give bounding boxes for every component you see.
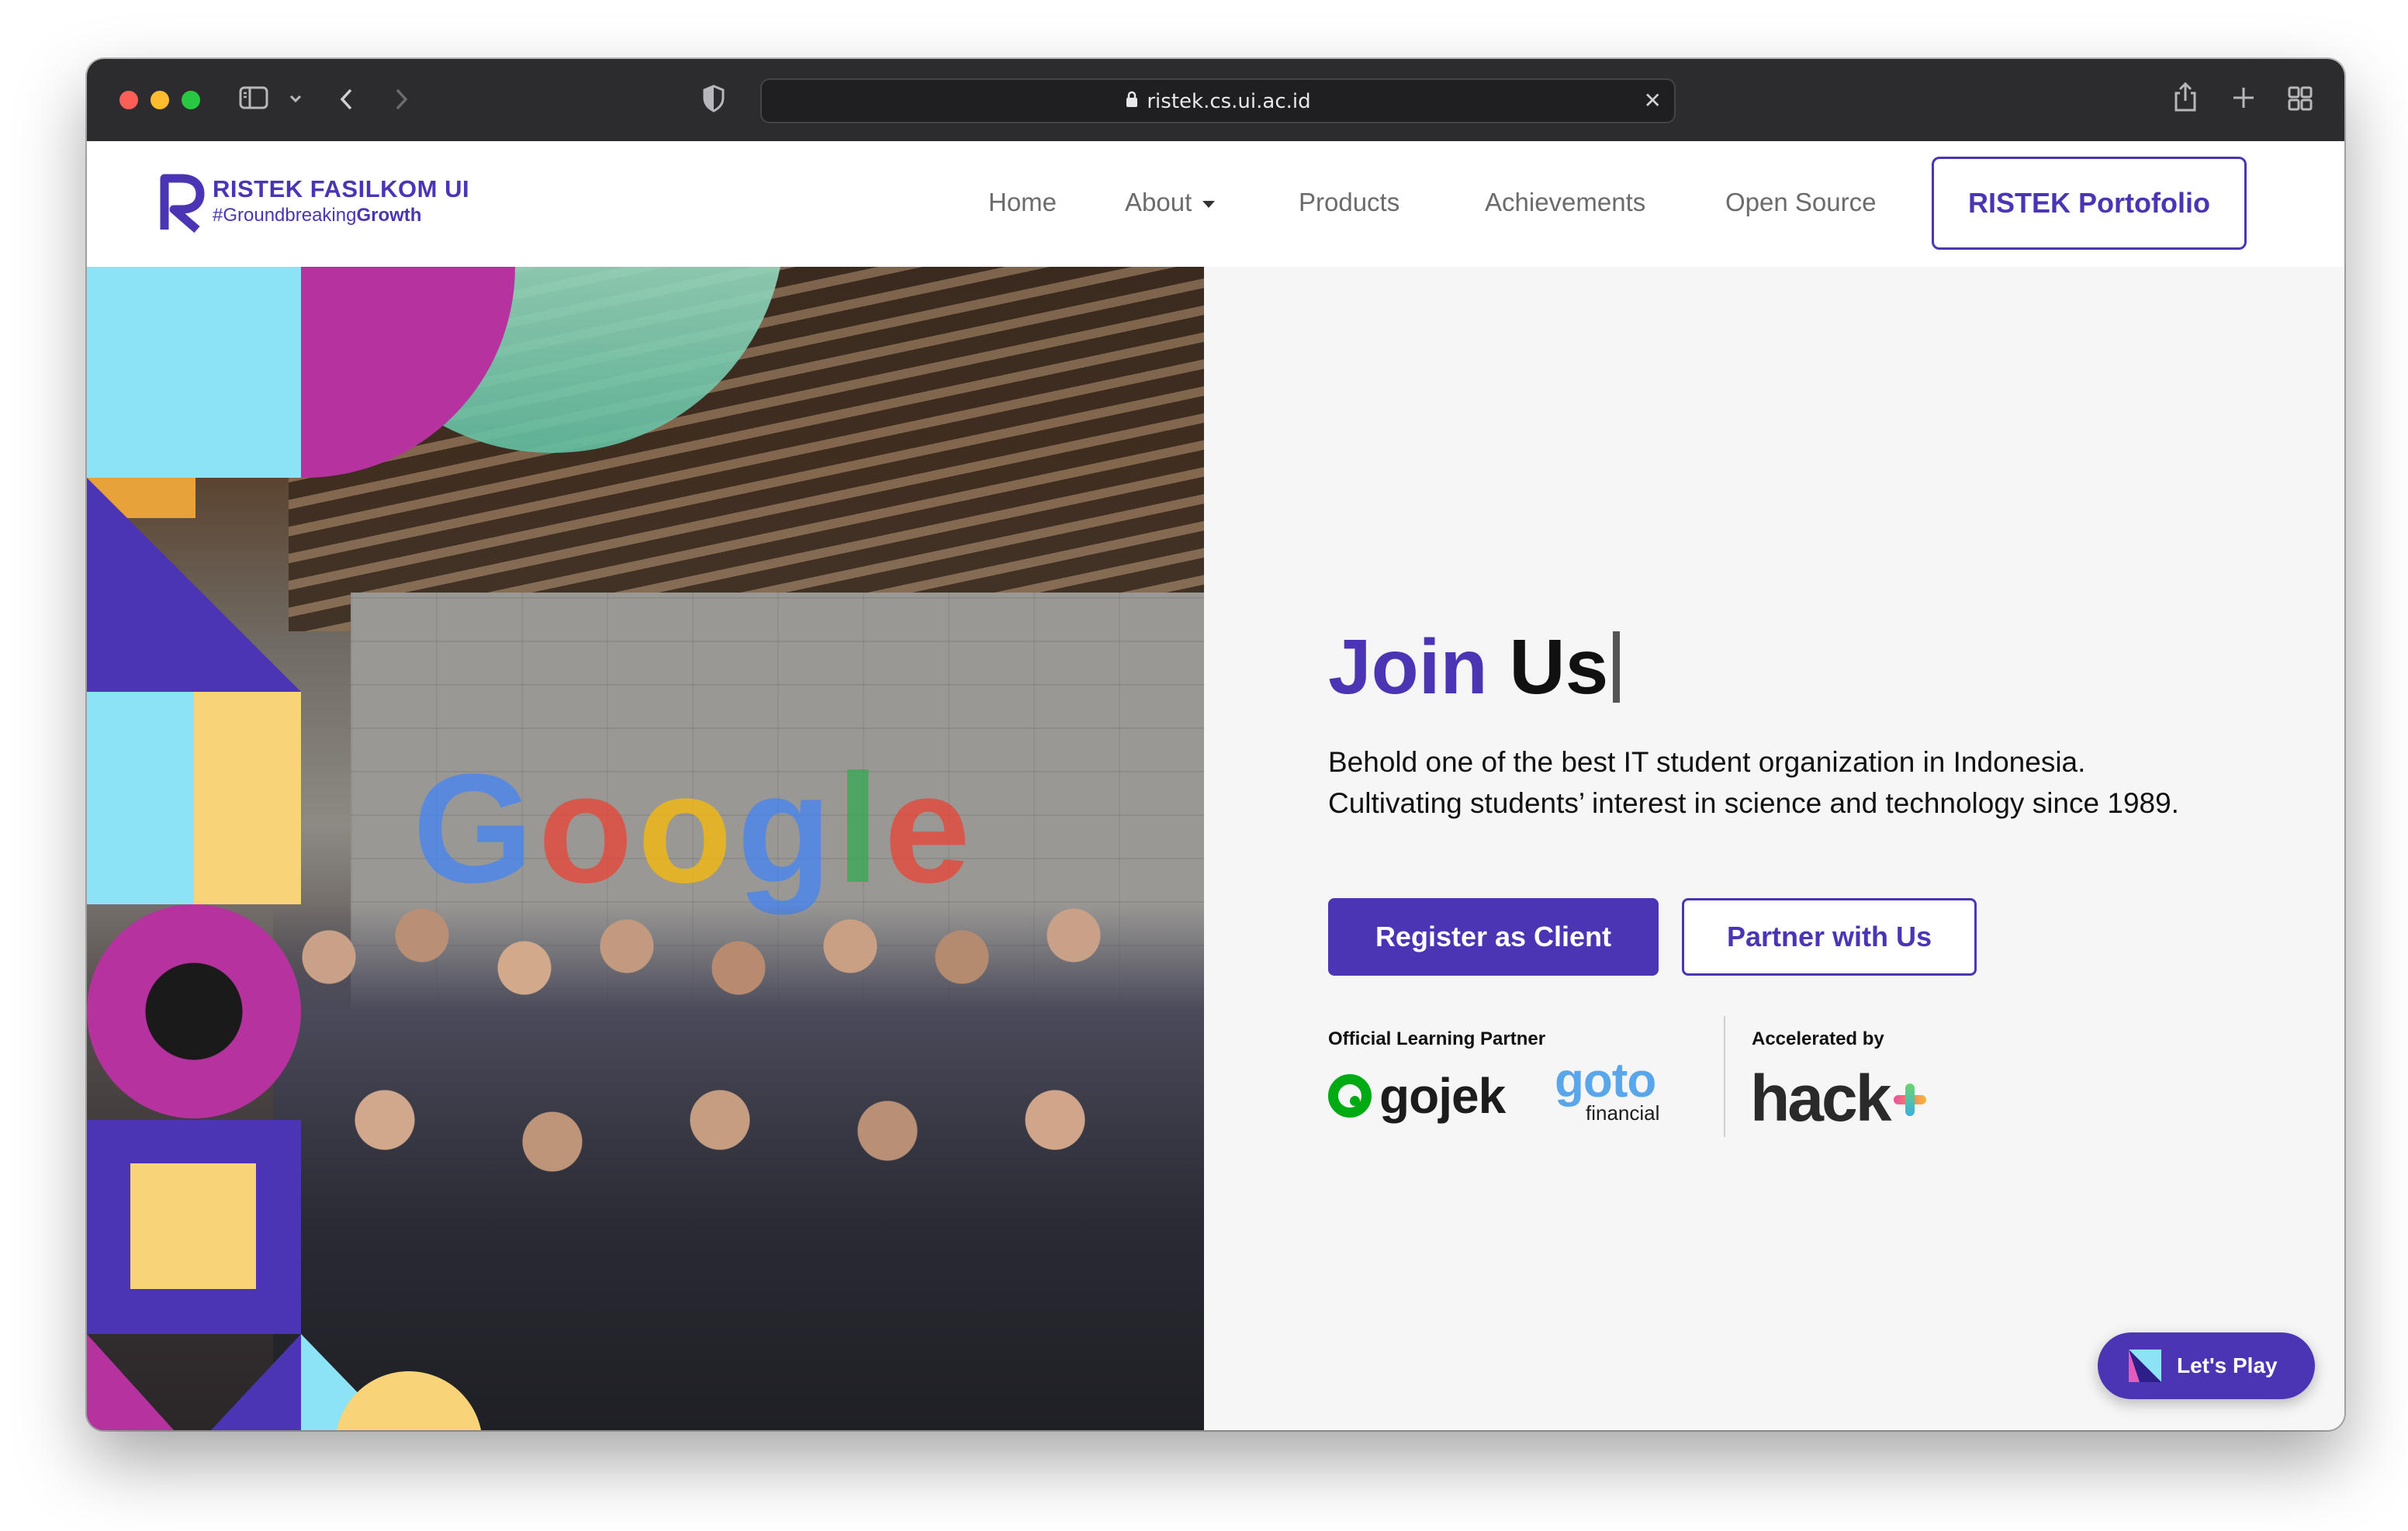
new-tab-icon[interactable] xyxy=(2231,85,2256,113)
google-sign: Google xyxy=(413,742,975,915)
nav-products[interactable]: Products xyxy=(1299,188,1399,217)
brand-name[interactable]: RISTEK FASILKOM UI xyxy=(213,175,469,203)
share-icon[interactable] xyxy=(2172,81,2199,116)
partner-divider xyxy=(1724,1016,1725,1137)
zoom-window-button[interactable] xyxy=(182,91,200,109)
ristek-logo-icon[interactable] xyxy=(158,172,205,233)
decor-purple-triangle xyxy=(87,478,301,692)
nav-achievements[interactable]: Achievements xyxy=(1485,188,1645,217)
decor-bottom-triangles xyxy=(87,1334,301,1430)
hero-image-panel: Google xyxy=(87,267,1204,1430)
minimize-window-button[interactable] xyxy=(150,91,169,109)
caret-down-icon xyxy=(1202,200,1216,208)
typing-cursor xyxy=(1613,631,1621,703)
lock-icon xyxy=(1125,91,1139,112)
decor-cyan-square xyxy=(87,267,301,478)
nav-about[interactable]: About xyxy=(1125,188,1216,217)
register-client-button[interactable]: Register as Client xyxy=(1328,898,1659,976)
close-window-button[interactable] xyxy=(119,91,138,109)
learning-partner-label: Official Learning Partner xyxy=(1328,1028,1546,1049)
clear-url-icon[interactable]: ✕ xyxy=(1644,88,1662,113)
hero-description: Behold one of the best IT student organi… xyxy=(1328,746,2179,819)
accelerated-by-label: Accelerated by xyxy=(1752,1028,1884,1049)
tab-overview-icon[interactable] xyxy=(2287,85,2313,115)
partner-with-us-button[interactable]: Partner with Us xyxy=(1682,898,1977,976)
url-text: ristek.cs.ui.ac.id xyxy=(1147,90,1311,113)
gojek-logo: gojek xyxy=(1328,1068,1506,1124)
privacy-shield-icon[interactable] xyxy=(701,84,726,116)
browser-toolbar: ristek.cs.ui.ac.id ✕ xyxy=(87,59,2344,141)
back-arrow-icon[interactable] xyxy=(337,85,357,116)
portfolio-button[interactable]: RISTEK Portofolio xyxy=(1932,157,2247,250)
decor-cyan-block xyxy=(87,692,194,904)
plus-icon xyxy=(1894,1083,1927,1116)
brand-tagline: #GroundbreakingGrowth xyxy=(213,205,422,226)
chevron-down-icon[interactable] xyxy=(287,87,304,113)
hero-headline: Join Us xyxy=(1328,628,1621,706)
hack-plus-logo: hack xyxy=(1750,1061,1927,1136)
hero-content: Join Us Behold one of the best IT studen… xyxy=(1204,267,2344,1430)
crowd xyxy=(273,903,1204,1430)
site-header: RISTEK FASILKOM UI #GroundbreakingGrowth… xyxy=(87,141,2344,267)
nav-home[interactable]: Home xyxy=(988,188,1057,217)
decor-magenta-ring xyxy=(87,904,301,1118)
goto-financial-logo: goto financial xyxy=(1555,1054,1660,1125)
nav-open-source[interactable]: Open Source xyxy=(1725,188,1876,217)
gojek-icon xyxy=(1328,1074,1372,1118)
game-logo-icon xyxy=(2129,1350,2161,1382)
lets-play-button[interactable]: Let's Play xyxy=(2098,1332,2315,1399)
address-bar[interactable]: ristek.cs.ui.ac.id ✕ xyxy=(760,78,1676,123)
browser-window: ristek.cs.ui.ac.id ✕ RISTEK FASILKOM UI … xyxy=(87,59,2344,1430)
decor-yellow-inner-square xyxy=(130,1163,256,1289)
decor-yellow-block xyxy=(194,692,301,904)
forward-arrow-icon[interactable] xyxy=(391,85,411,116)
sidebar-toggle-icon[interactable] xyxy=(239,85,270,113)
